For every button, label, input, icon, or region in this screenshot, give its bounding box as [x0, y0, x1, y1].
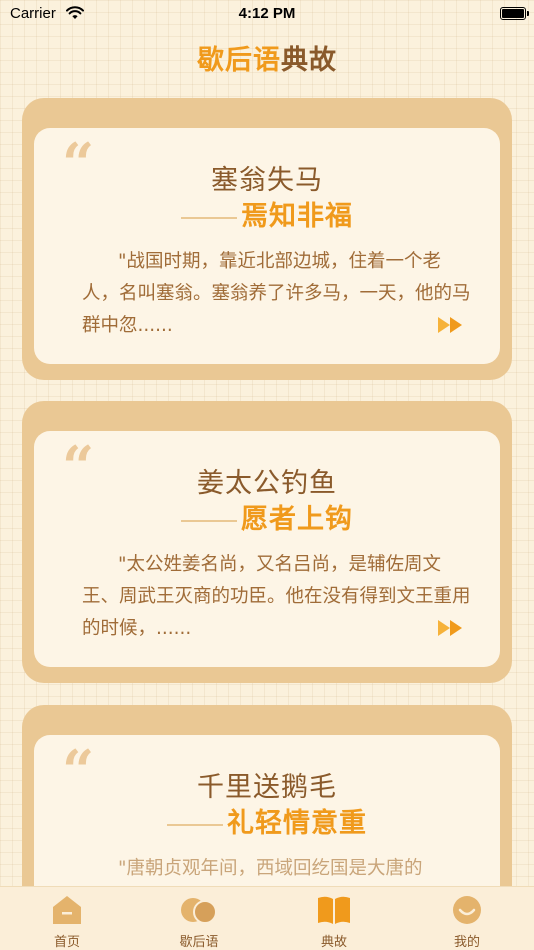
status-bar: Carrier 4:12 PM [0, 0, 534, 28]
tab-diangu[interactable]: 典故 [289, 891, 379, 950]
story-subtitle-line: 愿者上钩 [34, 497, 500, 536]
dash-divider [181, 519, 237, 522]
dash-divider [181, 216, 237, 219]
story-card-body: “ 姜太公钓鱼 愿者上钩 "太公姓姜名尚，又名吕尚，是辅佐周文王、周武王灭商的功… [34, 431, 500, 667]
smile-icon [453, 896, 481, 924]
tab-label: 我的 [453, 935, 480, 950]
story-excerpt: "太公姓姜名尚，又名吕尚，是辅佐周文王、周武王灭商的功臣。他在没有得到文王重用的… [82, 554, 471, 639]
battery-icon [500, 7, 529, 20]
fast-forward-icon[interactable] [436, 617, 466, 639]
story-subtitle-line: 焉知非福 [34, 194, 500, 233]
page-title-accent: 歇后语 [197, 45, 281, 76]
story-card-body: “ 塞翁失马 焉知非福 "战国时期，靠近北部边城，住着一个老人，名叫塞翁。塞翁养… [34, 128, 500, 364]
story-card[interactable]: “ 塞翁失马 焉知非福 "战国时期，靠近北部边城，住着一个老人，名叫塞翁。塞翁养… [22, 98, 512, 380]
fast-forward-icon[interactable] [436, 314, 466, 336]
page-title: 歇后语典故 [0, 38, 534, 77]
story-excerpt: "战国时期，靠近北部边城，住着一个老人，名叫塞翁。塞翁养了许多马，一天，他的马群… [82, 251, 471, 336]
chat-bubbles-icon [181, 898, 217, 924]
status-time: 4:12 PM [238, 5, 296, 22]
tab-xiehouyu[interactable]: 歇后语 [154, 891, 244, 950]
story-subtitle: 愿者上钩 [241, 504, 353, 535]
page-title-main: 典故 [281, 45, 337, 76]
tab-bar: 首页 歇后语 典故 我的 [0, 886, 534, 950]
story-subtitle: 礼轻情意重 [227, 808, 367, 839]
story-title: 塞翁失马 [211, 165, 323, 196]
home-icon [53, 896, 81, 924]
story-subtitle-line: 礼轻情意重 [34, 801, 500, 840]
tab-label: 歇后语 [179, 935, 219, 950]
tab-home[interactable]: 首页 [22, 891, 112, 950]
story-card[interactable]: “ 姜太公钓鱼 愿者上钩 "太公姓姜名尚，又名吕尚，是辅佐周文王、周武王灭商的功… [22, 401, 512, 683]
story-title: 姜太公钓鱼 [197, 468, 337, 499]
tab-label: 典故 [320, 935, 347, 950]
story-excerpt: "唐朝贞观年间，西域回纥国是大唐的 [118, 858, 423, 879]
story-subtitle: 焉知非福 [241, 201, 353, 232]
tab-mine[interactable]: 我的 [422, 891, 512, 950]
story-title: 千里送鹅毛 [197, 772, 337, 803]
tab-label: 首页 [53, 935, 80, 950]
book-icon [318, 896, 350, 924]
dash-divider [167, 823, 223, 826]
